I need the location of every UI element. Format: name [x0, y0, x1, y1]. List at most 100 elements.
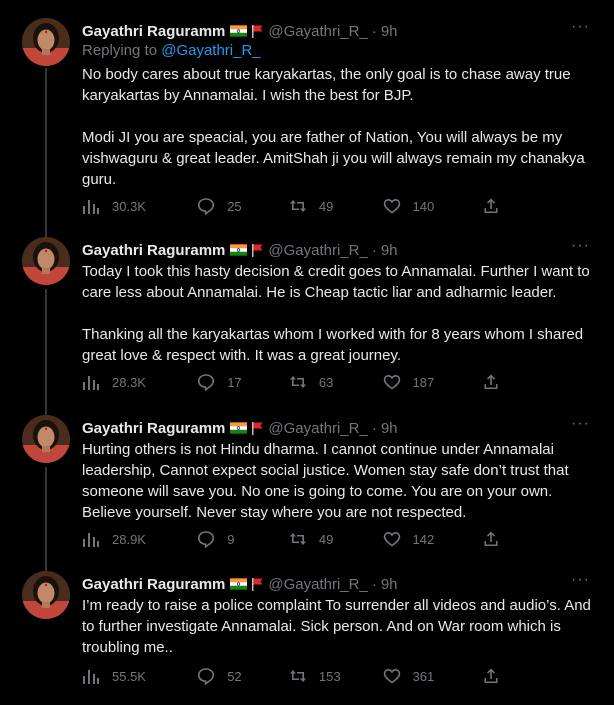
display-name[interactable]: Gayathri Raguramm [82, 576, 225, 593]
share-icon [484, 374, 498, 389]
tweet-text: Hurting others is not Hindu dharma. I ca… [82, 441, 573, 521]
tweet-header: Gayathri Raguramm @Gayathri_R_ · 9h [82, 574, 398, 594]
display-name[interactable]: Gayathri Raguramm [82, 23, 225, 40]
retweet-count: 63 [318, 374, 334, 390]
views-button[interactable]: 30.3K [82, 196, 193, 216]
retweet-button[interactable]: 63 [289, 372, 383, 392]
india-flag-icon [230, 25, 248, 37]
replying-to-link[interactable]: @Gayathri_R_ [161, 42, 260, 59]
timestamp[interactable]: 9h [381, 576, 398, 593]
share-button[interactable] [482, 529, 512, 549]
reply-icon [198, 198, 215, 215]
reply-button[interactable]: 52 [197, 666, 289, 686]
heart-icon [383, 531, 400, 547]
red-flag-icon [252, 422, 263, 435]
timestamp[interactable]: 9h [381, 242, 398, 259]
retweet-button[interactable]: 153 [289, 666, 383, 686]
india-flag-icon [230, 578, 248, 590]
tweet-header: Gayathri Raguramm @Gayathri_R_ · 9h [82, 240, 398, 260]
reply-icon [198, 531, 215, 548]
tweet-actions: 28.3K 17 63 187 [82, 372, 512, 392]
avatar[interactable] [22, 18, 70, 66]
share-button[interactable] [482, 372, 512, 392]
separator-dot: · [371, 22, 377, 40]
share-button[interactable] [482, 666, 512, 686]
india-flag-icon [230, 422, 248, 434]
reply-button[interactable]: 25 [197, 196, 289, 216]
retweet-icon [289, 670, 306, 682]
like-button[interactable]: 187 [383, 372, 482, 392]
tweet-actions: 55.5K 52 153 361 [82, 666, 512, 686]
views-icon [83, 376, 99, 390]
views-count: 30.3K [112, 198, 146, 214]
separator-dot: · [371, 419, 377, 437]
tweet-thread: Gayathri Raguramm @Gayathri_R_ · 9h ··· … [0, 0, 614, 705]
retweet-icon [289, 376, 306, 388]
more-options-icon[interactable]: ··· [571, 18, 590, 36]
replying-to: Replying to @Gayathri_R_ [82, 42, 261, 59]
reply-icon [198, 668, 215, 685]
username[interactable]: @Gayathri_R_ [268, 242, 367, 259]
username[interactable]: @Gayathri_R_ [268, 420, 367, 437]
views-button[interactable]: 28.3K [82, 372, 193, 392]
display-name[interactable]: Gayathri Raguramm [82, 420, 225, 437]
retweet-icon [289, 533, 306, 545]
india-flag-icon [230, 244, 248, 256]
retweet-count: 49 [318, 198, 334, 214]
username[interactable]: @Gayathri_R_ [268, 576, 367, 593]
username[interactable]: @Gayathri_R_ [268, 23, 367, 40]
tweet-header: Gayathri Raguramm @Gayathri_R_ · 9h [82, 418, 398, 438]
avatar[interactable] [22, 415, 70, 463]
views-count: 28.9K [112, 531, 146, 547]
views-icon [83, 533, 99, 547]
views-count: 28.3K [112, 374, 146, 390]
like-button[interactable]: 361 [383, 666, 482, 686]
like-button[interactable]: 140 [383, 196, 482, 216]
retweet-count: 49 [318, 531, 334, 547]
reply-count: 17 [227, 374, 242, 390]
timestamp[interactable]: 9h [381, 420, 398, 437]
views-icon [83, 670, 99, 684]
display-name[interactable]: Gayathri Raguramm [82, 242, 225, 259]
like-count: 140 [412, 198, 435, 214]
reply-count: 52 [227, 668, 242, 684]
reply-count: 9 [227, 531, 235, 547]
tweet[interactable]: Gayathri Raguramm @Gayathri_R_ · 9h ··· … [0, 18, 614, 228]
red-flag-icon [252, 25, 263, 38]
views-icon [83, 200, 99, 214]
tweet-header: Gayathri Raguramm @Gayathri_R_ · 9h [82, 21, 398, 41]
share-icon [484, 668, 498, 683]
views-count: 55.5K [112, 668, 146, 684]
red-flag-icon [252, 578, 263, 591]
separator-dot: · [371, 241, 377, 259]
red-flag-icon [252, 244, 263, 257]
share-button[interactable] [482, 196, 512, 216]
tweet-text: No body cares about true karyakartas, th… [82, 66, 585, 188]
tweet[interactable]: Gayathri Raguramm @Gayathri_R_ · 9h ··· … [0, 571, 614, 696]
more-options-icon[interactable]: ··· [571, 415, 590, 433]
retweet-count: 153 [318, 668, 341, 684]
separator-dot: · [371, 575, 377, 593]
share-icon [484, 531, 498, 546]
like-count: 187 [412, 374, 435, 390]
retweet-button[interactable]: 49 [289, 529, 383, 549]
views-button[interactable]: 55.5K [82, 666, 193, 686]
reply-icon [198, 374, 215, 391]
tweet[interactable]: Gayathri Raguramm @Gayathri_R_ · 9h ··· … [0, 415, 614, 555]
retweet-button[interactable]: 49 [289, 196, 383, 216]
like-button[interactable]: 142 [383, 529, 482, 549]
reply-button[interactable]: 9 [197, 529, 289, 549]
tweet-actions: 28.9K 9 49 142 [82, 529, 512, 549]
retweet-icon [289, 200, 306, 212]
timestamp[interactable]: 9h [381, 23, 398, 40]
avatar[interactable] [22, 237, 70, 285]
heart-icon [383, 198, 400, 214]
avatar[interactable] [22, 571, 70, 619]
reply-button[interactable]: 17 [197, 372, 289, 392]
views-button[interactable]: 28.9K [82, 529, 193, 549]
more-options-icon[interactable]: ··· [571, 237, 590, 255]
like-count: 361 [412, 668, 435, 684]
more-options-icon[interactable]: ··· [571, 571, 590, 589]
tweet[interactable]: Gayathri Raguramm @Gayathri_R_ · 9h ··· … [0, 237, 614, 397]
heart-icon [383, 374, 400, 390]
